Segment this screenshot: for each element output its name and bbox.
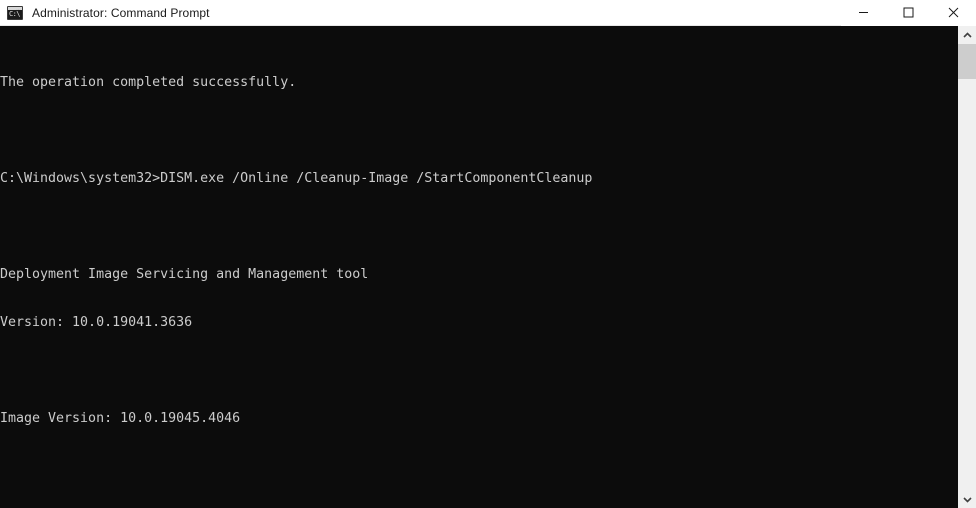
window-title: Administrator: Command Prompt bbox=[32, 5, 210, 20]
vertical-scrollbar[interactable] bbox=[958, 26, 976, 508]
console-line: Image Version: 10.0.19045.4046 bbox=[0, 411, 241, 426]
console-area[interactable]: The operation completed successfully. C:… bbox=[0, 26, 976, 508]
console-line: Version: 10.0.19041.3636 bbox=[0, 315, 193, 330]
window-controls bbox=[841, 0, 976, 26]
close-button[interactable] bbox=[931, 0, 976, 26]
console-output[interactable]: The operation completed successfully. C:… bbox=[0, 26, 958, 508]
scrollbar-thumb[interactable] bbox=[958, 44, 976, 79]
cmd-icon-text: C:\ bbox=[9, 10, 20, 18]
scroll-down-button[interactable] bbox=[958, 490, 976, 508]
close-icon bbox=[948, 7, 959, 18]
chevron-up-icon bbox=[962, 31, 972, 38]
console-line: The operation completed successfully. bbox=[0, 75, 297, 90]
chevron-down-icon bbox=[962, 496, 972, 503]
title-bar[interactable]: ··· C:\ Administrator: Command Prompt bbox=[0, 0, 976, 26]
maximize-icon bbox=[903, 7, 914, 18]
cmd-icon: ··· C:\ bbox=[7, 5, 23, 20]
minimize-icon bbox=[859, 12, 868, 13]
command-prompt-window: ··· C:\ Administrator: Command Prompt Th… bbox=[0, 0, 976, 508]
maximize-button[interactable] bbox=[886, 0, 931, 26]
scrollbar-track[interactable] bbox=[958, 44, 976, 490]
minimize-button[interactable] bbox=[841, 0, 886, 26]
console-line: Deployment Image Servicing and Managemen… bbox=[0, 267, 369, 282]
scroll-up-button[interactable] bbox=[958, 26, 976, 44]
console-line-command: C:\Windows\system32>DISM.exe /Online /Cl… bbox=[0, 171, 593, 186]
